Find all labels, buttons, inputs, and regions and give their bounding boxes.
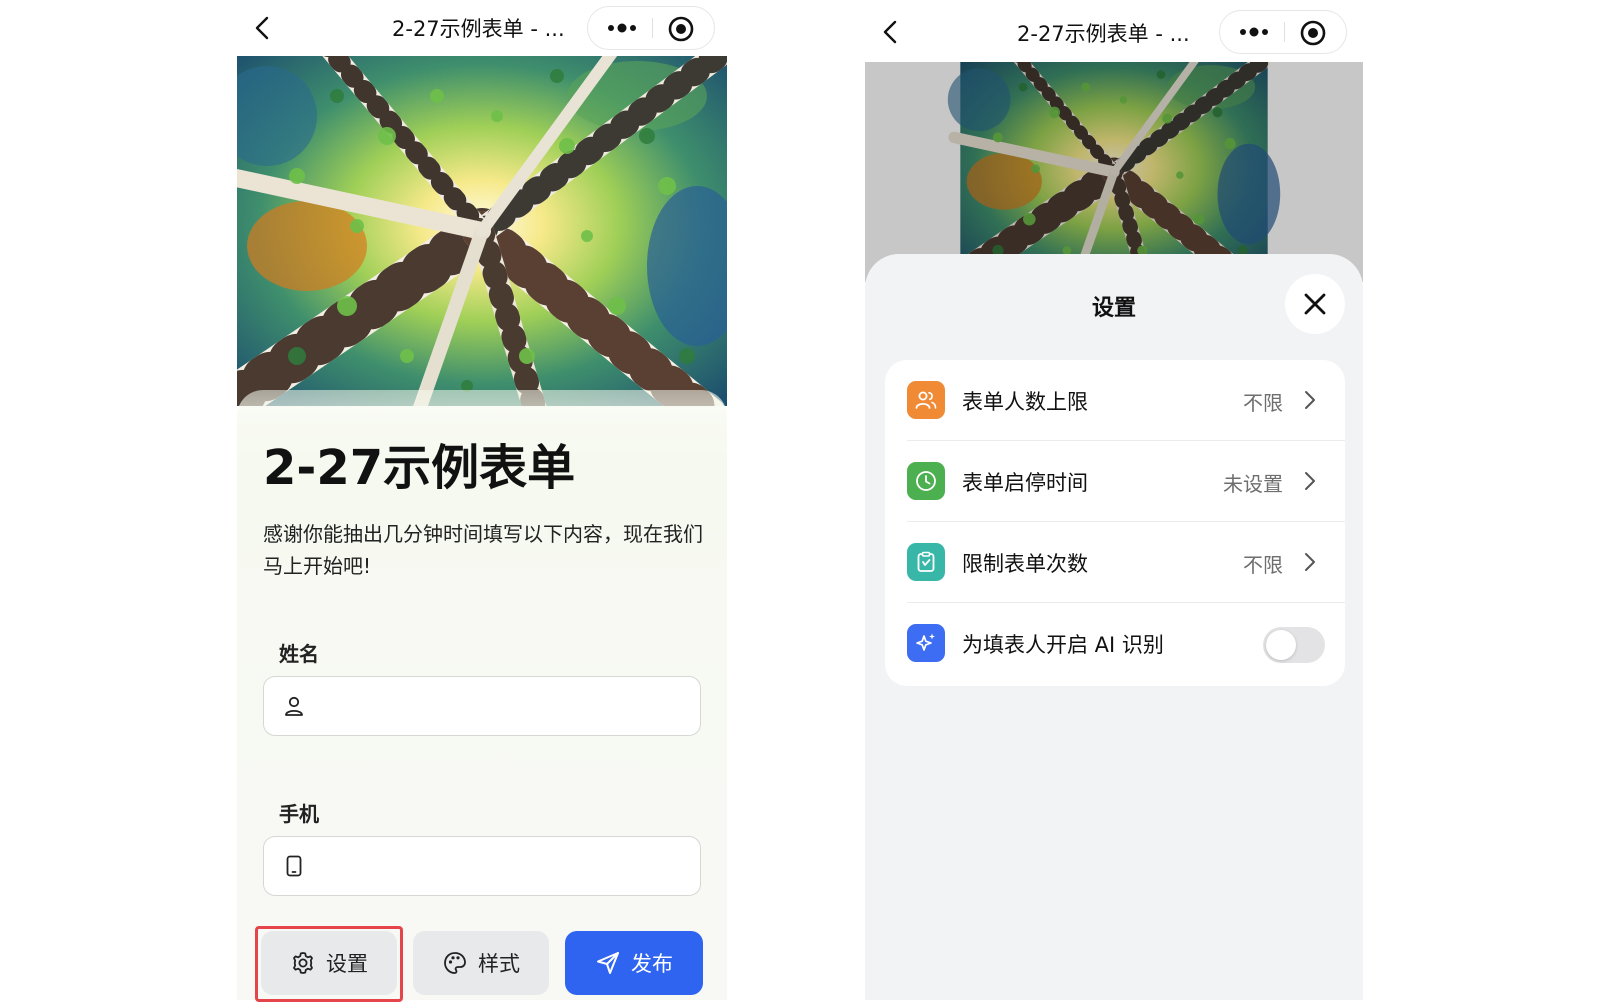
capsule-divider	[1284, 22, 1285, 42]
sparkle-icon	[907, 624, 945, 662]
toggle-knob	[1266, 630, 1296, 660]
setting-row-participant-limit[interactable]: 表单人数上限 不限	[885, 360, 1345, 441]
name-input[interactable]	[322, 687, 684, 727]
setting-label: 表单启停时间	[962, 471, 1088, 495]
form-editor-screen: 2-27示例表单 - ... 2-27示例表单 感谢你能抽出几分钟时间填写以下内…	[237, 0, 727, 1000]
setting-value: 不限	[1243, 391, 1283, 415]
setting-row-start-stop-time[interactable]: 表单启停时间 未设置	[885, 441, 1345, 522]
name-field-label: 姓名	[279, 642, 319, 666]
publish-button[interactable]: 发布	[565, 931, 703, 995]
chevron-right-icon	[1305, 472, 1315, 490]
mini-program-capsule	[587, 6, 715, 50]
chevron-right-icon	[1305, 391, 1315, 409]
back-arrow-icon[interactable]	[875, 16, 907, 48]
phone-field[interactable]	[263, 836, 701, 896]
clock-icon	[907, 462, 945, 500]
style-button-label: 样式	[478, 952, 520, 976]
setting-value: 未设置	[1223, 472, 1283, 496]
phone-input[interactable]	[322, 847, 684, 887]
setting-label: 限制表单次数	[962, 552, 1088, 576]
palette-icon	[444, 952, 466, 974]
clipboard-icon	[907, 543, 945, 581]
ai-recognition-toggle[interactable]	[1263, 627, 1325, 663]
settings-screen: 2-27示例表单 - ... 设置 表单人数上限 不限 表单启停时间 未设置 限…	[865, 0, 1363, 1000]
setting-row-submit-limit[interactable]: 限制表单次数 不限	[885, 522, 1345, 603]
people-icon	[907, 381, 945, 419]
settings-highlight-annotation	[255, 926, 403, 1002]
capsule-divider	[652, 18, 653, 38]
nav-title: 2-27示例表单 - ...	[392, 17, 565, 41]
header-image	[865, 62, 1363, 282]
close-program-icon[interactable]	[666, 14, 696, 44]
header-image	[237, 56, 727, 406]
form-title[interactable]: 2-27示例表单	[263, 428, 575, 498]
form-description[interactable]: 感谢你能抽出几分钟时间填写以下内容，现在我们马上开始吧!	[263, 518, 703, 582]
close-program-icon[interactable]	[1298, 18, 1328, 48]
form-body: 2-27示例表单 感谢你能抽出几分钟时间填写以下内容，现在我们马上开始吧! 姓名…	[237, 390, 727, 1000]
name-field[interactable]	[263, 676, 701, 736]
style-button[interactable]: 样式	[413, 931, 549, 995]
close-icon	[1304, 293, 1326, 315]
settings-list: 表单人数上限 不限 表单启停时间 未设置 限制表单次数 不限 为填表人开启 AI…	[885, 360, 1345, 686]
phone-icon	[286, 855, 302, 877]
back-arrow-icon[interactable]	[247, 12, 279, 44]
setting-row-ai-recognition: 为填表人开启 AI 识别	[885, 603, 1345, 684]
setting-label: 表单人数上限	[962, 390, 1088, 414]
nav-bar: 2-27示例表单 - ...	[865, 0, 1363, 56]
dim-overlay	[865, 62, 1363, 282]
phone-field-label: 手机	[279, 802, 319, 826]
more-dots-icon[interactable]	[602, 13, 642, 43]
publish-button-label: 发布	[631, 952, 673, 976]
setting-label: 为填表人开启 AI 识别	[962, 633, 1164, 657]
nav-bar: 2-27示例表单 - ...	[237, 0, 727, 56]
chevron-right-icon	[1305, 553, 1315, 571]
more-dots-icon[interactable]	[1234, 17, 1274, 47]
setting-value: 不限	[1243, 553, 1283, 577]
send-icon	[597, 952, 619, 974]
mini-program-capsule	[1219, 10, 1347, 54]
settings-sheet: 设置 表单人数上限 不限 表单启停时间 未设置 限制表单次数 不限 为填表人开启…	[865, 254, 1363, 1000]
nav-title: 2-27示例表单 - ...	[1017, 22, 1190, 46]
close-button[interactable]	[1285, 274, 1345, 334]
person-icon	[285, 696, 303, 716]
